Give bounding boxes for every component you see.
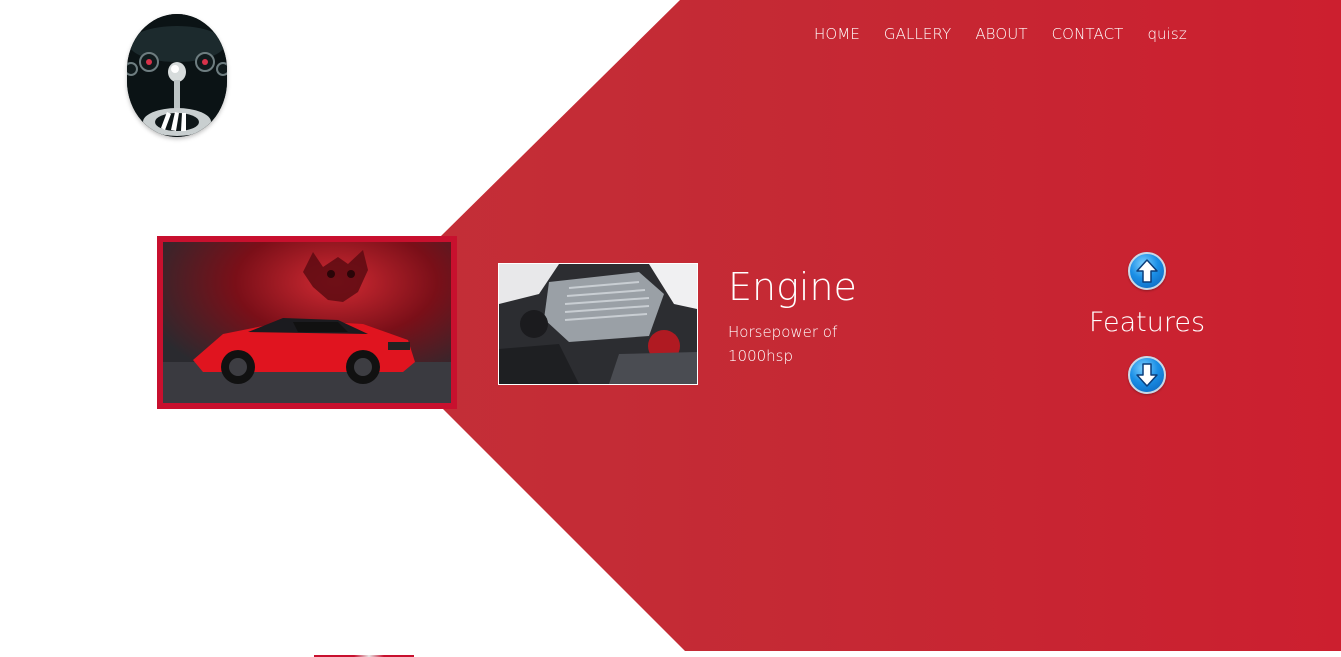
- features-up-button[interactable]: [1128, 252, 1166, 290]
- nav-gallery-link[interactable]: GALLERY: [872, 24, 963, 44]
- features-label: Features: [1088, 307, 1206, 338]
- hero-image-frame: [157, 236, 457, 409]
- arrow-up-circle-icon: [1136, 259, 1158, 283]
- gear-shifter-logo-image: [127, 14, 227, 137]
- red-muscle-car-photo: [163, 242, 451, 403]
- arrow-down-circle-icon: [1136, 363, 1158, 387]
- nav-contact-link[interactable]: CONTACT: [1040, 24, 1136, 44]
- features-down-button[interactable]: [1128, 356, 1166, 394]
- nav-quisz-link[interactable]: quisz: [1135, 24, 1198, 44]
- engine-bay-photo: [499, 264, 697, 384]
- nav-about-link[interactable]: ABOUT: [963, 24, 1039, 44]
- site-logo[interactable]: [127, 14, 227, 137]
- engine-image: [498, 263, 698, 385]
- main-navigation: HOME GALLERY ABOUT CONTACT quisz: [802, 24, 1199, 44]
- feature-description: Horsepower of 1000hsp: [728, 323, 838, 365]
- page: HOME GALLERY ABOUT CONTACT quisz Engine …: [0, 0, 1341, 657]
- hero-car-image: [163, 242, 451, 403]
- feature-title: Engine: [728, 265, 857, 309]
- nav-home-link[interactable]: HOME: [802, 24, 872, 44]
